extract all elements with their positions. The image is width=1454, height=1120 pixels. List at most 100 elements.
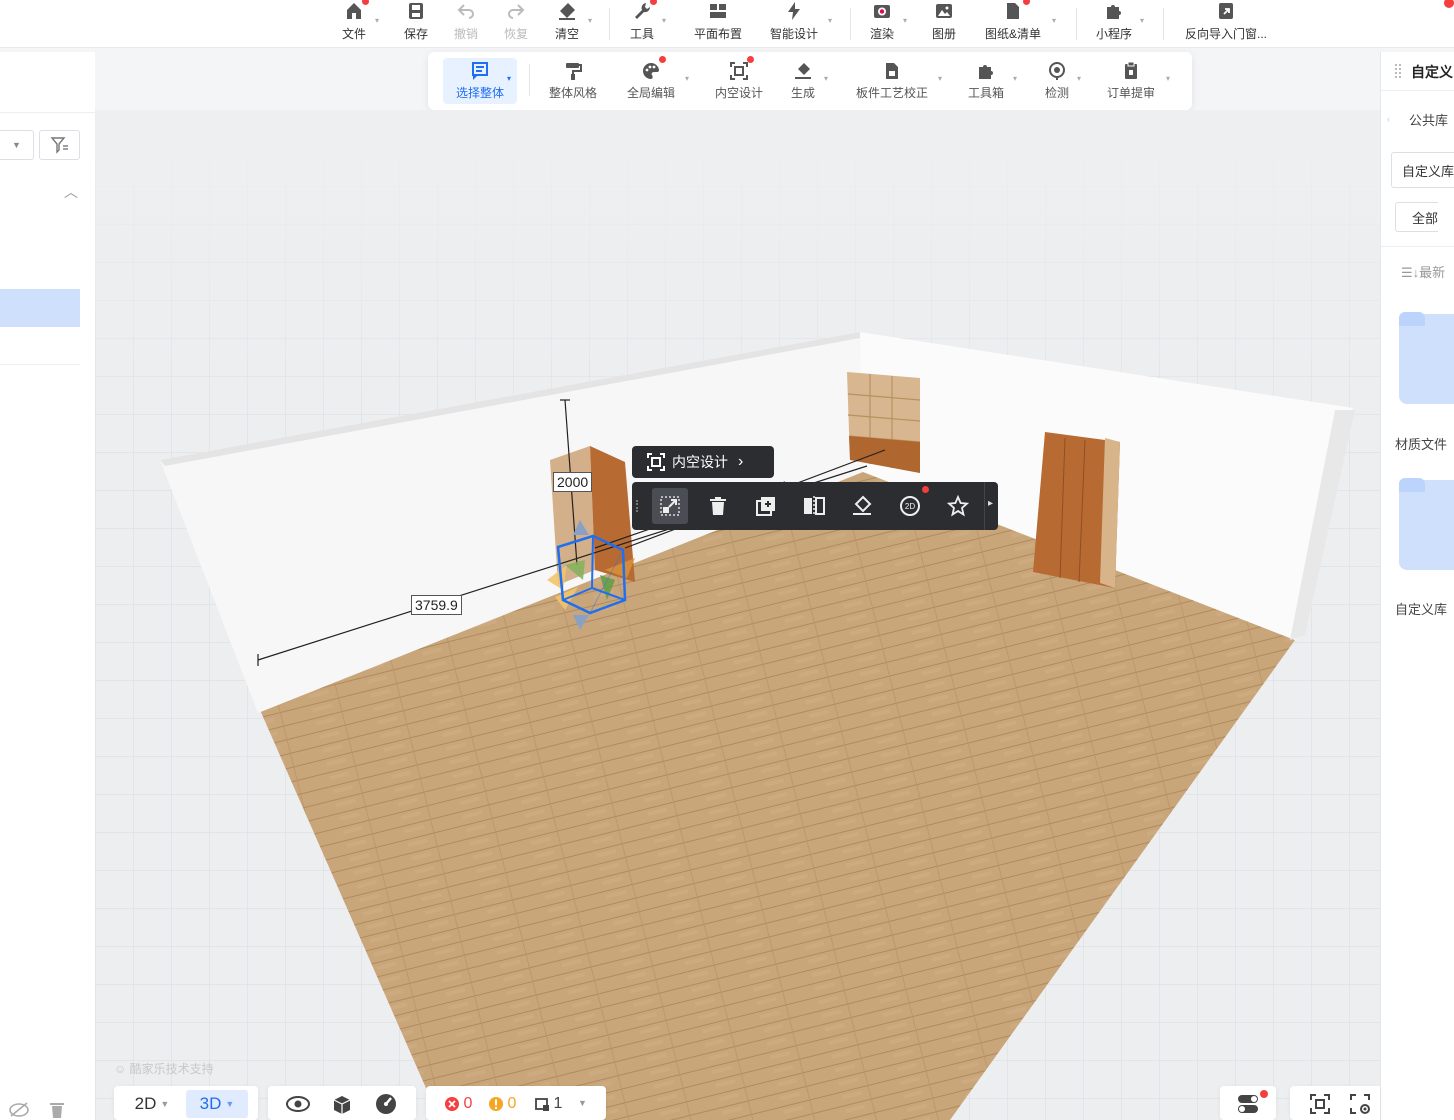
selected-list-item[interactable] [0,289,80,327]
error-count-value: 0 [463,1095,473,1112]
chevron-up-icon[interactable]: ︿ [64,182,78,202]
inner-space-icon [728,60,750,82]
visibility-button[interactable] [282,1090,314,1118]
rotate-2d-icon: 2D [900,496,920,516]
fit-view-button[interactable] [1304,1090,1336,1118]
cube-view-button[interactable] [326,1090,358,1118]
clear-button[interactable]: 清空 [551,0,583,46]
trash-icon[interactable] [48,1100,66,1118]
chevron-down-icon: ▾ [588,16,593,25]
view-2d-toggle[interactable]: 2D ▼ [122,1090,182,1118]
inner-space-design-button[interactable]: 内空设计 [711,58,767,104]
mirror-button[interactable] [796,488,832,524]
caret-right-icon[interactable]: ▸ [988,498,993,509]
global-edit-button[interactable]: 全局编辑 [623,58,679,104]
library-select[interactable]: 自定义库 [1391,152,1454,188]
divider [529,64,530,96]
chevron-down-icon: ▾ [507,74,512,83]
detect-button[interactable]: 检测 [1038,58,1076,104]
copy-icon [756,497,775,516]
toolbox-button[interactable]: 工具箱 [964,58,1008,104]
view-settings-button[interactable] [1344,1090,1376,1118]
copy-button[interactable] [748,488,784,524]
smart-design-menu[interactable]: 智能设计 [766,0,822,46]
svg-text:2D: 2D [905,502,915,511]
divider [1076,8,1077,40]
palette-icon [640,60,662,82]
item-count[interactable]: 1 [528,1090,568,1118]
chevron-down-icon: ▾ [1166,74,1171,83]
folder-label: 材质文件 [1395,437,1448,452]
cube-icon [333,1096,351,1114]
mini-program-menu[interactable]: 小程序 [1092,0,1136,46]
notification-dot [1444,0,1454,8]
filter-select[interactable]: 全部 [1395,202,1439,232]
undo-button[interactable]: 撤销 [450,0,482,46]
folder-material-files[interactable] [1399,312,1454,404]
mirror-icon [804,496,825,516]
item-count-value: 1 [553,1095,563,1112]
chevron-left-icon[interactable]: ‹ [1387,114,1390,124]
chevron-down-icon[interactable]: ▼ [578,1098,587,1108]
render-menu[interactable]: 渲染 [866,0,898,46]
filter-button[interactable] [39,130,80,160]
order-review-button[interactable]: 订单提审 [1100,58,1162,104]
notification-dot [922,486,929,493]
drag-handle-icon[interactable] [1395,64,1401,78]
floorplan-icon [707,0,729,22]
tools-menu[interactable]: 工具 [626,0,658,46]
generate-button[interactable]: 生成 [786,58,820,104]
chevron-down-icon: ▾ [1077,74,1082,83]
divider [0,364,80,365]
album-menu[interactable]: 图册 [928,0,960,46]
error-icon [444,1097,459,1111]
drawings-list-menu[interactable]: 图纸&清单 [980,0,1046,46]
view-2d-button[interactable]: 2D [892,488,928,524]
generate-action-button[interactable] [844,488,880,524]
warning-icon [488,1097,503,1111]
sort-button[interactable]: ☰↓最新 [1401,262,1445,281]
favorite-button[interactable] [940,488,976,524]
performance-button[interactable] [370,1090,402,1118]
file-menu[interactable]: 文件 [338,0,370,46]
warning-count[interactable]: 0 [484,1090,520,1118]
resize-button[interactable] [652,488,688,524]
filter-select-value: 全部 [1412,210,1439,226]
height-dimension-label[interactable]: 2000 [553,472,593,492]
3d-viewport[interactable] [95,110,1380,1120]
inner-space-design-pill[interactable]: 内空设计 › [632,446,774,478]
divider [984,482,985,530]
left-panel-footer [0,1094,95,1120]
view-settings-icon [1350,1094,1370,1114]
chevron-down-icon: ▾ [828,16,833,25]
chevron-down-icon: ▾ [1052,16,1057,25]
select-whole-button[interactable]: 选择整体 [443,58,517,104]
chevron-down-icon: ▼ [225,1099,235,1109]
reverse-import-doors-windows[interactable]: 反向导入门窗... [1180,0,1272,46]
divider [1381,246,1454,247]
floor-layout-menu[interactable]: 平面布置 [690,0,746,46]
redo-button[interactable]: 恢复 [500,0,532,46]
divider [1381,90,1454,91]
object-action-toolbar: 2D ▸ [632,482,998,530]
error-count[interactable]: 0 [440,1090,476,1118]
panel-title: 自定义 [1411,64,1453,80]
gauge-icon [376,1094,396,1114]
tab-public-library[interactable]: 公共库 [1409,110,1448,129]
select-all-icon [469,60,491,82]
star-icon [947,495,969,517]
overall-style-button[interactable]: 整体风格 [545,58,601,104]
view-3d-toggle[interactable]: 3D ▼ [186,1090,248,1118]
hide-eye-icon[interactable] [8,1100,30,1118]
category-select[interactable]: ▼ [0,130,34,160]
folder-custom-library[interactable] [1399,478,1454,570]
detect-icon [1046,60,1068,82]
drag-handle-icon[interactable] [636,500,640,512]
eye-icon [286,1096,310,1112]
delete-button[interactable] [700,488,736,524]
width-dimension-label[interactable]: 3759.9 [411,595,462,615]
board-process-correction-button[interactable]: 板件工艺校正 [848,58,936,104]
divider [850,8,851,40]
chevron-down-icon: ▾ [1140,16,1145,25]
save-button[interactable]: 保存 [400,0,432,46]
